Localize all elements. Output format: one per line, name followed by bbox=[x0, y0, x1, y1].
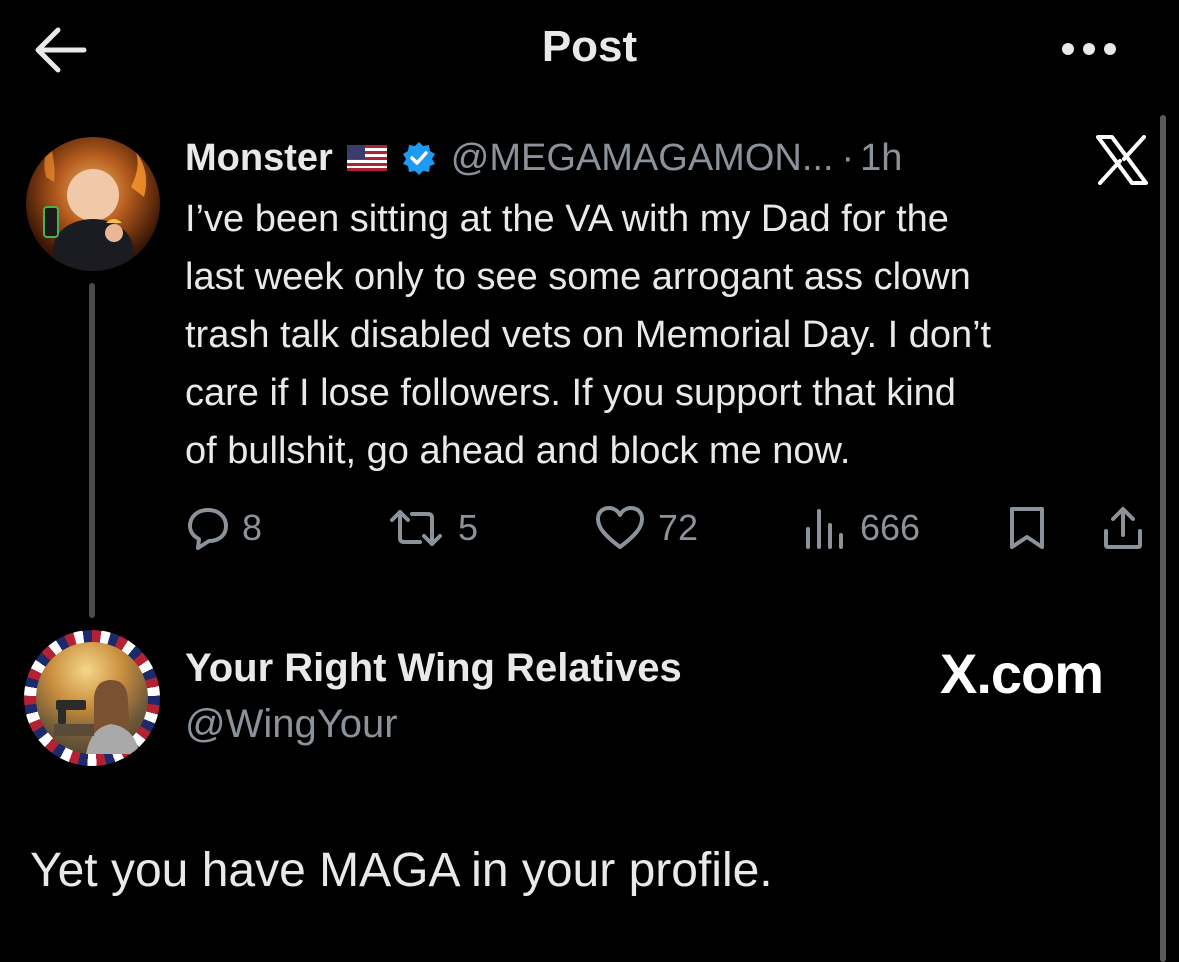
bookmark-icon bbox=[1010, 507, 1044, 549]
post-text: I’ve been sitting at the VA with my Dad … bbox=[185, 190, 1160, 480]
like-count: 72 bbox=[658, 507, 699, 548]
views-count: 666 bbox=[860, 507, 921, 548]
avatar[interactable] bbox=[26, 137, 160, 271]
quote-author-name[interactable]: Your Right Wing Relatives bbox=[185, 646, 682, 691]
repost-count: 5 bbox=[458, 507, 479, 548]
share-button[interactable] bbox=[1100, 505, 1146, 551]
reply-button[interactable]: 8 bbox=[186, 505, 262, 551]
page-title: Post bbox=[541, 22, 638, 71]
post-text-line: I’ve been sitting at the VA with my Dad … bbox=[185, 198, 949, 240]
reply-count: 8 bbox=[242, 507, 263, 548]
avatar-image bbox=[43, 147, 147, 271]
share-icon bbox=[1104, 507, 1142, 549]
more-button[interactable] bbox=[1062, 36, 1126, 62]
post-time[interactable]: 1h bbox=[860, 137, 902, 180]
post-author-row: Monster @MEGAMAGAMON... · 1h bbox=[185, 135, 902, 181]
x-logo-icon bbox=[1096, 135, 1148, 185]
post-text-line: last week only to see some arrogant ass … bbox=[185, 256, 971, 298]
more-dot bbox=[1083, 43, 1095, 55]
us-flag-icon bbox=[346, 145, 387, 171]
avatar[interactable] bbox=[24, 630, 160, 766]
bookmark-button[interactable] bbox=[1006, 505, 1048, 551]
more-dot bbox=[1104, 43, 1116, 55]
post-text-line: of bullshit, go ahead and block me now. bbox=[185, 430, 851, 472]
verified-badge-icon bbox=[402, 142, 435, 175]
reply-text: Yet you have MAGA in your profile. bbox=[30, 844, 773, 897]
post-text-line: care if I lose followers. If you support… bbox=[185, 372, 956, 414]
avatar-portrait bbox=[54, 680, 140, 754]
author-name[interactable]: Monster bbox=[185, 137, 333, 180]
more-horizontal-icon bbox=[1062, 43, 1074, 55]
views-button[interactable]: 666 bbox=[802, 505, 920, 551]
avatar-image bbox=[36, 642, 148, 754]
views-chart-icon bbox=[806, 509, 843, 549]
separator: · bbox=[841, 136, 855, 179]
thread-line bbox=[89, 283, 95, 618]
x-com-brand: X.com bbox=[940, 642, 1104, 705]
heart-icon bbox=[596, 506, 644, 549]
repost-icon bbox=[390, 510, 442, 546]
author-handle[interactable]: @MEGAMAGAMON... bbox=[451, 137, 834, 180]
quote-author-handle[interactable]: @WingYour bbox=[185, 702, 398, 747]
like-button[interactable]: 72 bbox=[594, 505, 698, 551]
reply-icon bbox=[188, 508, 228, 550]
post-text-line: trash talk disabled vets on Memorial Day… bbox=[185, 314, 992, 356]
scrollbar[interactable] bbox=[1160, 115, 1166, 962]
repost-button[interactable]: 5 bbox=[386, 505, 478, 551]
